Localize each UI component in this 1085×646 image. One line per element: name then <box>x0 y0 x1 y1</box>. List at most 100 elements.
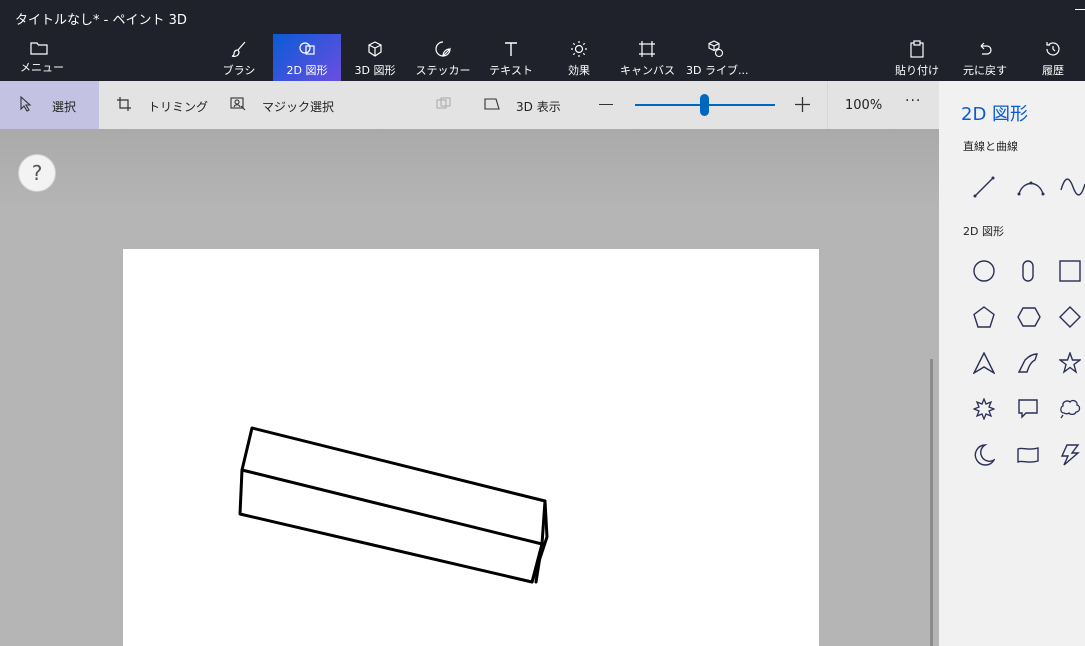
thought-bubble-tool[interactable] <box>1051 390 1085 426</box>
shapes-section-label: 2D 図形 <box>963 225 1004 238</box>
view-3d-label: 3D 表示 <box>516 100 561 114</box>
curve-tool[interactable] <box>1009 168 1045 204</box>
tab-stickers-label: ステッカー <box>415 64 471 77</box>
pentagon-tool[interactable] <box>965 298 1001 334</box>
circle-icon <box>973 260 995 282</box>
undo-icon <box>980 42 992 55</box>
rounded-rect-tool[interactable] <box>1009 252 1045 288</box>
circle-tool[interactable] <box>965 252 1001 288</box>
window-title: タイトルなし* - ペイント 3D <box>15 13 187 28</box>
mixed-reality-button[interactable] <box>436 81 456 129</box>
crop-icon <box>117 97 131 111</box>
shapes-2d-icon <box>299 42 315 55</box>
star-icon <box>1059 352 1081 374</box>
curve-icon <box>1017 181 1045 196</box>
workspace: ? <box>0 129 939 646</box>
wave-tool[interactable] <box>1051 168 1085 204</box>
lightning-icon <box>1060 444 1080 466</box>
diamond-tool[interactable] <box>1051 298 1085 334</box>
history-label: 履歴 <box>1042 64 1064 77</box>
more-button[interactable]: ··· <box>905 93 921 109</box>
thought-bubble-icon <box>1060 399 1081 419</box>
hexagon-tool[interactable] <box>1009 298 1045 334</box>
shapes-panel: 2D 図形 直線と曲線 2D 図形 <box>939 81 1085 646</box>
tab-effects-label: 効果 <box>568 64 590 77</box>
panel-title: 2D 図形 <box>961 104 1029 125</box>
menu-label: メニュー <box>20 61 64 74</box>
history-button[interactable]: 履歴 <box>1030 34 1076 81</box>
tab-3d-library[interactable]: 3D ライブ... <box>686 34 749 81</box>
zoom-in-button[interactable] <box>795 97 810 112</box>
text-icon <box>505 42 517 56</box>
mixed-reality-icon <box>436 97 451 109</box>
tab-brushes-label: ブラシ <box>222 64 256 77</box>
tab-effects[interactable]: 効果 <box>556 34 602 81</box>
tab-3d-library-label: 3D ライブ... <box>686 64 749 77</box>
zoom-slider-thumb[interactable] <box>700 94 709 116</box>
tab-text-label: テキスト <box>489 64 533 77</box>
diamond-icon <box>1059 306 1081 328</box>
quarter-arc-icon <box>1017 353 1038 373</box>
paste-button[interactable]: 貼り付け <box>892 34 942 81</box>
tab-stickers[interactable]: ステッカー <box>414 34 472 81</box>
magic-select-label: マジック選択 <box>262 100 335 114</box>
tab-canvas-label: キャンバス <box>620 64 675 77</box>
trimming-button[interactable]: トリミング <box>116 81 209 129</box>
line-icon <box>973 176 995 198</box>
clipboard-icon <box>910 40 924 58</box>
brush-icon <box>231 41 246 57</box>
tab-3d-shapes-label: 3D 図形 <box>354 64 396 77</box>
view-3d-button[interactable]: 3D 表示 <box>484 81 574 129</box>
cube-icon <box>368 41 382 57</box>
line-tool[interactable] <box>965 168 1001 204</box>
speech-bubble-icon <box>1018 399 1038 419</box>
square-icon <box>1059 260 1081 282</box>
library-3d-icon <box>708 40 724 58</box>
burst-tool[interactable] <box>965 390 1001 426</box>
trimming-label: トリミング <box>148 100 209 114</box>
pentagon-icon <box>973 306 995 328</box>
view-3d-icon <box>484 98 500 110</box>
rounded-rect-icon <box>1022 260 1034 282</box>
triangle-icon <box>973 352 995 374</box>
banner-icon <box>1017 447 1039 464</box>
burst-icon <box>973 398 995 420</box>
main-toolbar: メニュー ブラシ 2D 図形 3D 図形 ステッカー テキスト 効果 キャンバス… <box>0 34 1085 81</box>
zoom-out-button[interactable] <box>599 104 613 105</box>
select-button[interactable]: 選択 <box>0 81 99 129</box>
sun-icon <box>571 41 587 57</box>
speech-bubble-tool[interactable] <box>1009 390 1045 426</box>
magic-select-icon <box>230 97 246 111</box>
cursor-icon <box>20 96 32 112</box>
hexagon-icon <box>1017 307 1041 327</box>
tab-brushes[interactable]: ブラシ <box>214 34 264 81</box>
tab-text[interactable]: テキスト <box>486 34 536 81</box>
square-tool[interactable] <box>1051 252 1085 288</box>
undo-button[interactable]: 元に戻す <box>958 34 1012 81</box>
undo-label: 元に戻す <box>963 64 1007 77</box>
folder-icon <box>30 42 48 55</box>
tab-canvas[interactable]: キャンバス <box>620 34 675 81</box>
quarter-arc-tool[interactable] <box>1009 344 1045 380</box>
tab-2d-shapes-label: 2D 図形 <box>286 64 328 77</box>
drawing-canvas[interactable] <box>123 249 819 646</box>
vertical-scrollbar[interactable] <box>930 359 933 646</box>
select-label: 選択 <box>52 100 77 114</box>
menu-button[interactable]: メニュー <box>0 34 76 81</box>
paste-label: 貼り付け <box>895 64 939 77</box>
lightning-tool[interactable] <box>1051 436 1085 472</box>
toolbar-divider <box>827 81 828 129</box>
help-button[interactable]: ? <box>18 154 56 192</box>
banner-tool[interactable] <box>1009 436 1045 472</box>
canvas-crop-icon <box>639 41 655 57</box>
tab-2d-shapes[interactable]: 2D 図形 <box>273 34 341 81</box>
minimize-button[interactable] <box>1073 0 1085 24</box>
tab-3d-shapes[interactable]: 3D 図形 <box>348 34 402 81</box>
magic-select-button[interactable]: マジック選択 <box>230 81 340 129</box>
crescent-tool[interactable] <box>965 436 1001 472</box>
history-icon <box>1046 42 1060 56</box>
star-tool[interactable] <box>1051 344 1085 380</box>
zoom-value: 100% <box>845 98 883 113</box>
drawn-box-sketch <box>238 426 549 584</box>
triangle-tool[interactable] <box>965 344 1001 380</box>
